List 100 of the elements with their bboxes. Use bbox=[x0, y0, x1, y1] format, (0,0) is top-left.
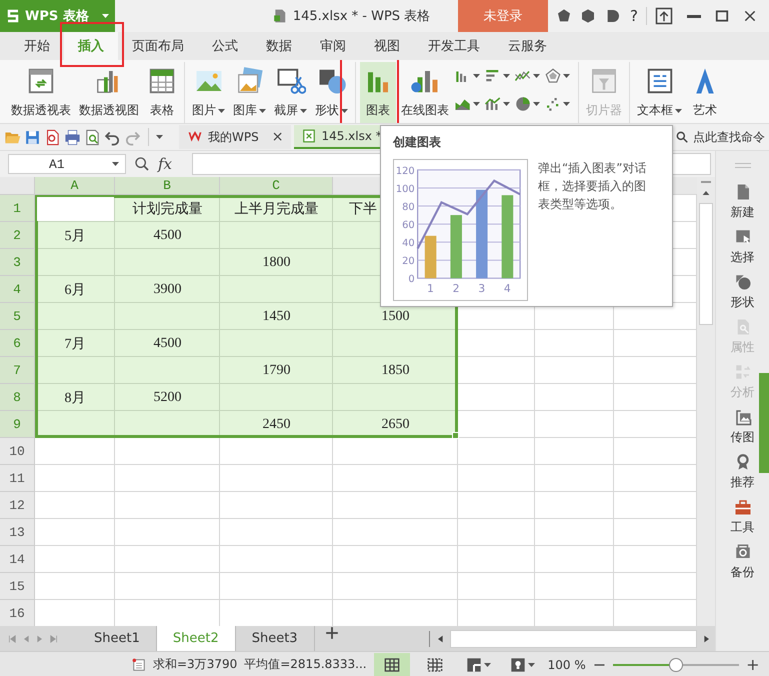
document-tab[interactable]: 我的WPS × bbox=[179, 125, 292, 149]
minimize-icon[interactable] bbox=[687, 14, 701, 18]
row-header[interactable]: 14 bbox=[0, 546, 35, 573]
zoom-level: 100 % bbox=[548, 658, 586, 672]
table-cell-text: 1500 bbox=[380, 308, 410, 326]
ribbon-tab[interactable]: 开始 bbox=[10, 32, 64, 60]
table-icon bbox=[147, 66, 177, 96]
slider-thumb[interactable] bbox=[669, 658, 684, 672]
ribbon-tab[interactable]: 数据 bbox=[252, 32, 306, 60]
table-cell-text: 2450 bbox=[262, 416, 292, 434]
lightbulb-icon bbox=[510, 656, 526, 672]
view-button[interactable] bbox=[374, 652, 410, 676]
search-icon bbox=[675, 130, 689, 144]
table-cell-text: 7月 bbox=[64, 336, 86, 354]
ribbon-button[interactable]: 艺术 bbox=[687, 62, 723, 123]
side-panel-button[interactable]: 工具 bbox=[730, 498, 754, 536]
row-header[interactable]: 16 bbox=[0, 600, 35, 626]
ribbon-button[interactable]: 截屏 bbox=[271, 62, 310, 123]
horizontal-scrollbar[interactable] bbox=[450, 630, 697, 648]
ribbon-button[interactable]: 图表 bbox=[360, 62, 396, 123]
axis-tick-label: 4 bbox=[504, 282, 511, 296]
page-break-view-icon bbox=[426, 656, 443, 672]
ribbon-button[interactable]: 数据透视表 bbox=[8, 62, 74, 123]
sheet-tab[interactable]: Sheet2 bbox=[156, 626, 236, 651]
ribbon-tab[interactable]: 公式 bbox=[198, 32, 252, 60]
notes-icon bbox=[132, 658, 146, 672]
ribbon-tab[interactable]: 开发工具 bbox=[414, 32, 494, 60]
zoom-search-icon bbox=[134, 156, 150, 172]
ribbon-button[interactable]: 文本框 bbox=[634, 62, 685, 123]
tooltip-description: 弹出“插入图表”对话框，选择要插入的图表类型等选项。 bbox=[538, 160, 648, 213]
first-sheet-icon bbox=[8, 634, 16, 644]
window-title: 145.xlsx * - WPS 表格 bbox=[292, 8, 430, 25]
save-icon[interactable] bbox=[24, 128, 41, 146]
active-cell[interactable] bbox=[37, 197, 114, 221]
backup-icon bbox=[734, 543, 752, 561]
ribbon-button[interactable]: 形状 bbox=[312, 62, 351, 123]
ribbon-button[interactable]: 图片 bbox=[189, 62, 228, 123]
print-preview-icon[interactable] bbox=[84, 128, 101, 146]
zoom-in-button[interactable]: + bbox=[746, 655, 760, 674]
table-cell-text: 8月 bbox=[64, 390, 86, 408]
ribbon-tab[interactable]: 云服务 bbox=[494, 32, 561, 60]
ribbon-tab[interactable]: 审阅 bbox=[306, 32, 360, 60]
table-cell-text: 4500 bbox=[152, 334, 182, 352]
zoom-out-button[interactable]: − bbox=[592, 655, 606, 674]
caret-icon bbox=[156, 135, 163, 139]
caret-icon bbox=[112, 162, 119, 166]
sum-readout: 求和=3万3790 bbox=[153, 656, 238, 673]
w-logo-icon bbox=[187, 130, 203, 144]
ribbon-button[interactable]: 在线图表 bbox=[398, 62, 452, 123]
side-panel-button[interactable]: 选择 bbox=[730, 228, 754, 266]
close-tab-button[interactable]: × bbox=[272, 129, 284, 145]
upload-image-icon bbox=[734, 408, 752, 426]
scrollbar-thumb[interactable] bbox=[699, 203, 713, 325]
row-header[interactable]: 15 bbox=[0, 573, 35, 600]
axis-tick-label: 3 bbox=[478, 282, 486, 296]
scroll-right-icon bbox=[703, 634, 711, 644]
command-search-field[interactable]: 点此查找命令 bbox=[693, 128, 765, 146]
table-cell-text: 1850 bbox=[380, 362, 410, 380]
print-icon[interactable] bbox=[64, 128, 81, 146]
chart-bar bbox=[450, 215, 462, 278]
side-panel-button[interactable]: 备份 bbox=[730, 543, 754, 581]
prev-sheet-icon bbox=[22, 634, 30, 644]
ribbon-button[interactable]: 图库 bbox=[230, 62, 269, 123]
side-panel-button[interactable]: 新建 bbox=[730, 183, 754, 221]
row-header[interactable]: 11 bbox=[0, 465, 35, 492]
side-panel-button[interactable]: 传图 bbox=[730, 408, 754, 446]
pdf-export-icon[interactable] bbox=[44, 128, 61, 146]
close-icon bbox=[743, 9, 757, 23]
caret-icon bbox=[102, 14, 109, 18]
app-menu-button[interactable]: WPS 表格 bbox=[0, 0, 115, 32]
collapse-handle[interactable] bbox=[759, 373, 769, 473]
spreadsheet-file-icon bbox=[302, 128, 316, 144]
axis-tick-label: 100 bbox=[396, 184, 415, 195]
name-box[interactable]: A1 bbox=[8, 154, 126, 174]
table-cell-text: 2650 bbox=[380, 416, 410, 434]
row-header[interactable]: 12 bbox=[0, 492, 35, 519]
side-panel-button[interactable]: 推荐 bbox=[730, 453, 754, 491]
side-panel-button[interactable]: 形状 bbox=[730, 273, 754, 311]
slicer-icon bbox=[589, 66, 619, 96]
ribbon-tab[interactable]: 视图 bbox=[360, 32, 414, 60]
axis-tick-label: 80 bbox=[402, 202, 415, 213]
scroll-up-icon bbox=[701, 189, 711, 197]
help-button[interactable]: ? bbox=[630, 7, 638, 25]
next-sheet-icon bbox=[36, 634, 44, 644]
caret-icon bbox=[484, 662, 491, 666]
normal-view-icon bbox=[384, 656, 400, 672]
ribbon-button[interactable]: 表格 bbox=[144, 62, 180, 123]
row-header[interactable]: 13 bbox=[0, 519, 35, 546]
average-readout: 平均值=2815.8333... bbox=[244, 656, 367, 673]
row-header[interactable]: 10 bbox=[0, 438, 35, 465]
ribbon-button[interactable]: 数据透视图 bbox=[76, 62, 142, 123]
chart-type-icon bbox=[514, 95, 532, 113]
table-cell-text: 5月 bbox=[64, 228, 86, 246]
analysis-icon bbox=[734, 363, 752, 381]
maximize-icon bbox=[715, 9, 729, 23]
logo-icon bbox=[6, 9, 20, 23]
ribbon-tab[interactable]: 页面布局 bbox=[118, 32, 198, 60]
axis-tick-label: 2 bbox=[452, 282, 460, 296]
axis-tick-label: 60 bbox=[402, 220, 415, 232]
function-button[interactable]: fx bbox=[158, 155, 172, 173]
